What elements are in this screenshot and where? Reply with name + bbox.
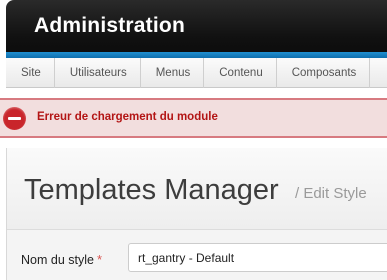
error-minus-icon	[3, 107, 26, 130]
alert-message: Erreur de chargement du module	[37, 111, 218, 123]
style-name-input[interactable]	[128, 243, 387, 272]
menu-item-utilisateurs[interactable]: Utilisateurs	[55, 58, 141, 88]
page-subtitle: / Edit Style	[295, 185, 367, 202]
style-name-label: Nom du style *	[21, 252, 102, 267]
menu-item-composants[interactable]: Composants	[277, 58, 371, 88]
menu-item-menus[interactable]: Menus	[141, 58, 205, 88]
header-title: Administration	[34, 14, 185, 37]
error-alert: Erreur de chargement du module	[0, 98, 387, 138]
style-name-label-text: Nom du style	[21, 253, 94, 267]
main-menu: Site Utilisateurs Menus Contenu Composan…	[6, 58, 387, 88]
menu-item-site[interactable]: Site	[6, 58, 55, 88]
admin-header: Administration	[6, 0, 387, 52]
required-marker: *	[96, 252, 103, 267]
page-header: Templates Manager / Edit Style	[7, 148, 387, 230]
menu-item-contenu[interactable]: Contenu	[204, 58, 277, 88]
main-content: Templates Manager / Edit Style Nom du st…	[6, 148, 387, 280]
page-title: Templates Manager	[24, 174, 279, 206]
